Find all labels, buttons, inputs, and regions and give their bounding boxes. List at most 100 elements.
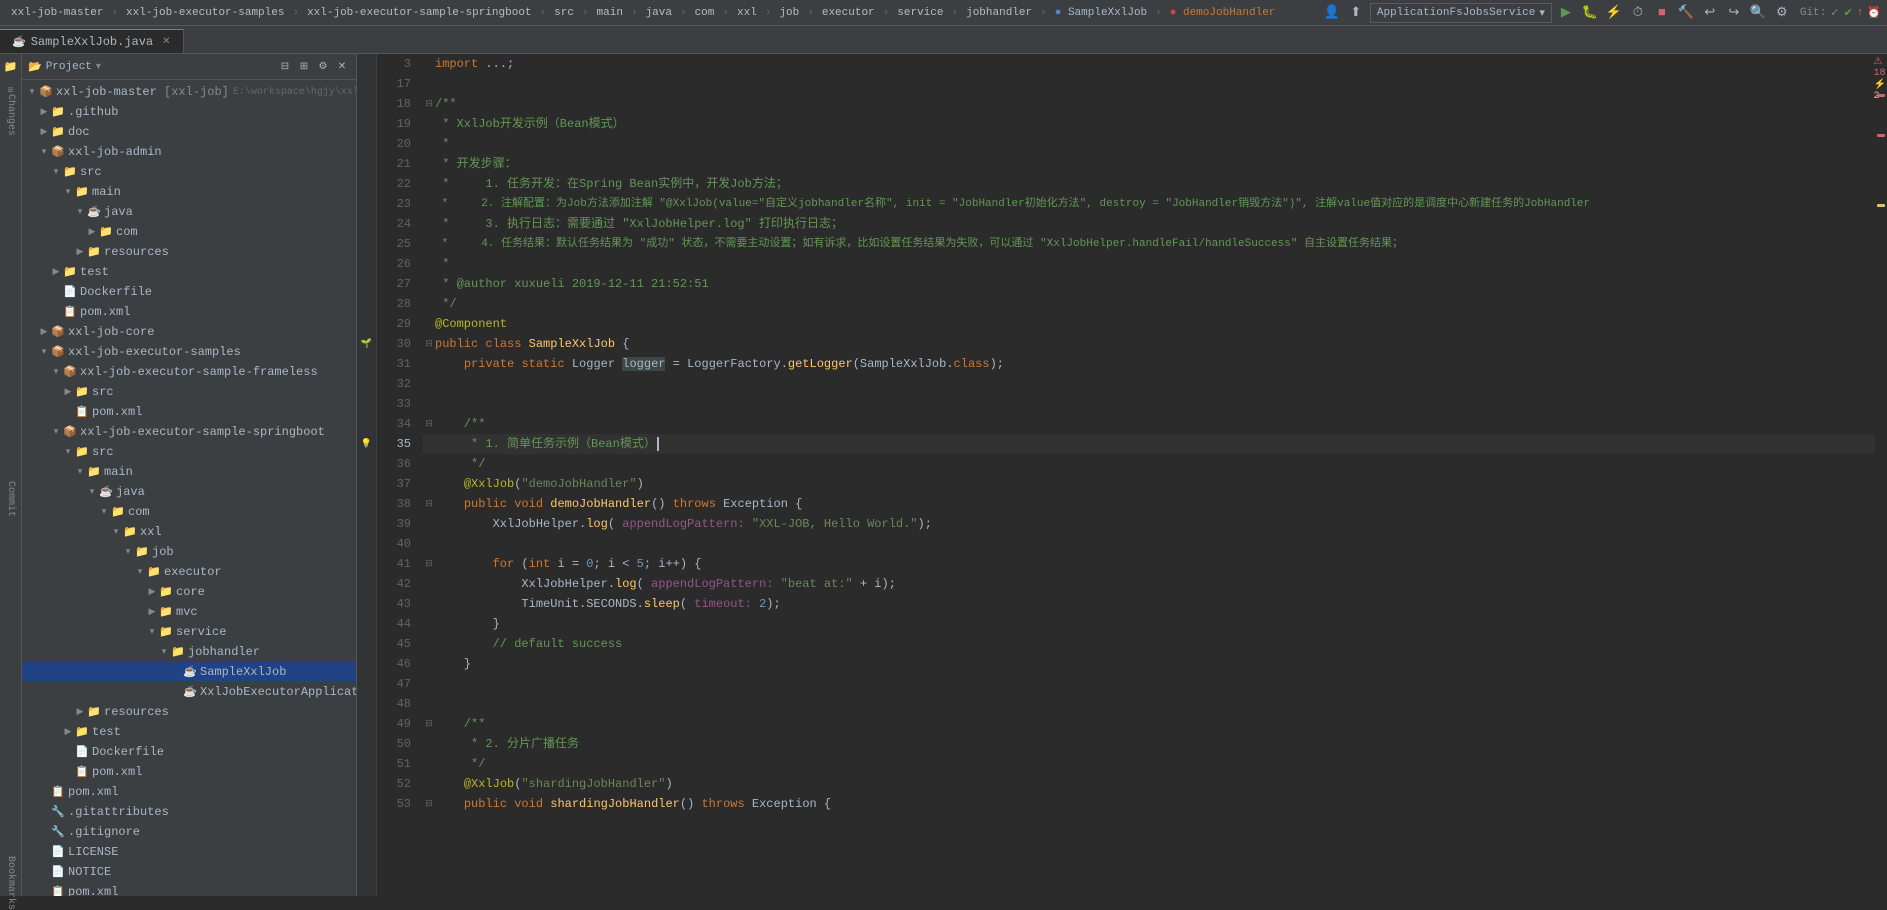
tree-item-springboot-resources[interactable]: ▶ 📁 resources [22, 702, 356, 722]
tree-item-notice[interactable]: ▶ 📄 NOTICE [22, 862, 356, 882]
breadcrumb-xxl[interactable]: xxl [732, 5, 762, 21]
tree-item-executor-samples[interactable]: ▾ 📦 xxl-job-executor-samples [22, 342, 356, 362]
gear-icon[interactable]: ⚙ [315, 59, 331, 75]
fold-30[interactable]: ⊟ [423, 334, 435, 354]
breadcrumb-jobhandler[interactable]: jobhandler [961, 5, 1037, 21]
arrow-admin-src: ▾ [50, 167, 62, 177]
tree-item-springboot-mvc[interactable]: ▶ 📁 mvc [22, 602, 356, 622]
breadcrumb-samplexxljob[interactable]: ● SampleXxlJob [1050, 5, 1152, 21]
left-gutter: 📁 ≡ Changes Commit Bookmarks [0, 54, 22, 896]
tree-item-springboot-job[interactable]: ▾ 📁 job [22, 542, 356, 562]
tree-item-springboot-pom[interactable]: ▶ 📋 pom.xml [22, 762, 356, 782]
tree-item-root[interactable]: ▾ 📦 xxl-job-master [xxl-job] E:\workspac… [22, 82, 356, 102]
tree-item-github[interactable]: ▶ 📁 .github [22, 102, 356, 122]
tree-item-sample-frameless[interactable]: ▾ 📦 xxl-job-executor-sample-frameless [22, 362, 356, 382]
tree-item-gitattributes[interactable]: ▶ 🔧 .gitattributes [22, 802, 356, 822]
code-text-23: * 2. 注解配置：为Job方法添加注解 "@XxlJob(value="自定义… [435, 194, 1590, 214]
undo-button[interactable]: ↩ [1700, 3, 1720, 23]
tree-item-springboot-main[interactable]: ▾ 📁 main [22, 462, 356, 482]
vcs-icon[interactable]: ⬆ [1346, 3, 1366, 23]
breadcrumb-executor[interactable]: executor [817, 5, 880, 21]
breadcrumb-executor-samples[interactable]: xxl-job-executor-samples [121, 5, 289, 21]
tree-item-springboot-executor[interactable]: ▾ 📁 executor [22, 562, 356, 582]
tree-item-admin-pom[interactable]: ▶ 📋 pom.xml [22, 302, 356, 322]
tree-item-core[interactable]: ▶ 📦 xxl-job-core [22, 322, 356, 342]
expand-all-icon[interactable]: ⊞ [296, 59, 312, 75]
breadcrumb-job[interactable]: job [774, 5, 804, 21]
breadcrumb-demojobhandler[interactable]: ● demoJobHandler [1165, 5, 1281, 21]
ln-26: 26 [377, 254, 411, 274]
tree-item-admin[interactable]: ▾ 📦 xxl-job-admin [22, 142, 356, 162]
gutter-30[interactable]: 🌱 [357, 334, 376, 354]
tree-item-admin-test[interactable]: ▶ 📁 test [22, 262, 356, 282]
tree-item-admin-resources[interactable]: ▶ 📁 resources [22, 242, 356, 262]
fold-41[interactable]: ⊟ [423, 554, 435, 574]
bookmarks-icon[interactable]: Bookmarks [2, 874, 20, 892]
tree-item-pom2[interactable]: ▶ 📋 pom.xml [22, 882, 356, 896]
tree-item-pom-root[interactable]: ▶ 📋 pom.xml [22, 782, 356, 802]
search-everywhere-button[interactable]: 🔍 [1748, 3, 1768, 23]
breadcrumb-springboot[interactable]: xxl-job-executor-sample-springboot [302, 5, 536, 21]
settings-button[interactable]: ⚙ [1772, 3, 1792, 23]
tree-item-gitignore[interactable]: ▶ 🔧 .gitignore [22, 822, 356, 842]
run-button[interactable]: ▶ [1556, 3, 1576, 23]
breadcrumb-src[interactable]: src [549, 5, 579, 21]
stop-button[interactable]: ■ [1652, 3, 1672, 23]
code-text-17 [435, 74, 442, 94]
file-icon-notice: 📄 [50, 865, 66, 879]
tree-item-springboot-dockerfile[interactable]: ▶ 📄 Dockerfile [22, 742, 356, 762]
project-icon[interactable]: 📁 [2, 58, 20, 76]
breadcrumb-service[interactable]: service [892, 5, 948, 21]
project-dropdown-icon[interactable]: ▾ [96, 61, 101, 73]
profile-icon[interactable]: 👤 [1322, 3, 1342, 23]
debug-button[interactable]: 🐛 [1580, 3, 1600, 23]
fold-34[interactable]: ⊟ [423, 414, 435, 434]
tree-item-admin-dockerfile[interactable]: ▶ 📄 Dockerfile [22, 282, 356, 302]
fold-18[interactable]: ⊟ [423, 94, 435, 114]
fold-38[interactable]: ⊟ [423, 494, 435, 514]
tree-item-admin-src[interactable]: ▾ 📁 src [22, 162, 356, 182]
commit-icon[interactable]: Commit [2, 490, 20, 508]
tree-item-xxljobexecutor[interactable]: ▶ ☕ XxlJobExecutorApplication [22, 682, 356, 702]
tree-item-springboot-java[interactable]: ▾ ☕ java [22, 482, 356, 502]
xml-icon-frameless-pom: 📋 [74, 405, 90, 419]
tree-item-springboot-xxl[interactable]: ▾ 📁 xxl [22, 522, 356, 542]
tree-item-springboot-service[interactable]: ▾ 📁 service [22, 622, 356, 642]
tree-item-springboot-com[interactable]: ▾ 📁 com [22, 502, 356, 522]
breadcrumb-com[interactable]: com [690, 5, 720, 21]
gutter-35[interactable]: 💡 [357, 434, 376, 454]
changes-icon[interactable]: Changes [2, 106, 20, 124]
tree-item-samplexxljob[interactable]: ▶ ☕ SampleXxlJob [22, 662, 356, 682]
arrow-springboot-service: ▾ [146, 627, 158, 637]
profile-run-button[interactable]: ⏱ [1628, 3, 1648, 23]
code-editor[interactable]: import ...; ⊟ /** * XxlJob开发示例（Bean模式） * [415, 54, 1875, 896]
tree-item-springboot-src[interactable]: ▾ 📁 src [22, 442, 356, 462]
breadcrumb-xxl-job-master[interactable]: xxl-job-master [6, 5, 108, 21]
tree-item-admin-java[interactable]: ▾ ☕ java [22, 202, 356, 222]
breadcrumb-java[interactable]: java [641, 5, 677, 21]
tab-close-icon[interactable]: ✕ [162, 36, 170, 48]
coverage-button[interactable]: ⚡ [1604, 3, 1624, 23]
tree-item-springboot-test[interactable]: ▶ 📁 test [22, 722, 356, 742]
redo-button[interactable]: ↪ [1724, 3, 1744, 23]
gutter-33 [357, 394, 376, 414]
close-sidebar-icon[interactable]: ✕ [334, 59, 350, 75]
tree-item-admin-com[interactable]: ▶ 📁 com [22, 222, 356, 242]
tree-item-frameless-pom[interactable]: ▶ 📋 pom.xml [22, 402, 356, 422]
collapse-all-icon[interactable]: ⊟ [277, 59, 293, 75]
breadcrumb-main[interactable]: main [592, 5, 628, 21]
tab-samplexxljob[interactable]: ☕ SampleXxlJob.java ✕ [0, 29, 184, 53]
ln-27: 27 [377, 274, 411, 294]
tree-item-admin-main[interactable]: ▾ 📁 main [22, 182, 356, 202]
tree-item-springboot-core[interactable]: ▶ 📁 core [22, 582, 356, 602]
tree-item-frameless-src[interactable]: ▶ 📁 src [22, 382, 356, 402]
code-text-35: * 1. 简单任务示例（Bean模式） [435, 434, 659, 454]
tree-item-license[interactable]: ▶ 📄 LICENSE [22, 842, 356, 862]
fold-49[interactable]: ⊟ [423, 714, 435, 734]
tree-item-doc[interactable]: ▶ 📁 doc [22, 122, 356, 142]
tree-item-sample-springboot[interactable]: ▾ 📦 xxl-job-executor-sample-springboot [22, 422, 356, 442]
run-config-selector[interactable]: ApplicationFsJobsService ▾ [1370, 3, 1552, 23]
fold-53[interactable]: ⊟ [423, 794, 435, 814]
build-button[interactable]: 🔨 [1676, 3, 1696, 23]
tree-item-springboot-jobhandler[interactable]: ▾ 📁 jobhandler [22, 642, 356, 662]
